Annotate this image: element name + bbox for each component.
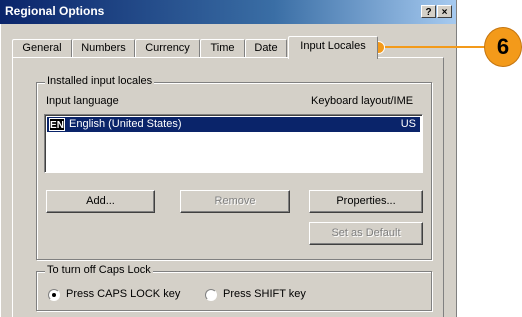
window-title: Regional Options [5, 4, 105, 18]
list-item-language: English (United States) [69, 118, 182, 130]
callout-line [377, 46, 487, 48]
help-button[interactable]: ? [421, 5, 436, 18]
column-keyboard-layout: Keyboard layout/IME [311, 95, 414, 107]
tab-numbers[interactable]: Numbers [72, 39, 135, 58]
callout-number-badge: 6 [484, 27, 522, 67]
remove-button[interactable]: Remove [180, 190, 290, 213]
tab-input-locales[interactable]: Input Locales [288, 36, 378, 59]
list-item[interactable]: EN English (United States) US [47, 117, 420, 132]
close-button[interactable]: × [437, 5, 452, 18]
tab-time[interactable]: Time [200, 39, 245, 58]
list-item-layout: US [400, 118, 416, 130]
title-bar[interactable]: Regional Options ? × [0, 0, 456, 24]
radio-shift[interactable] [205, 289, 217, 301]
properties-button[interactable]: Properties... [309, 190, 423, 213]
radio-caps-lock[interactable] [48, 289, 60, 301]
radio-caps-lock-label[interactable]: Press CAPS LOCK key [66, 288, 180, 300]
tab-currency[interactable]: Currency [135, 39, 200, 58]
tab-general[interactable]: General [12, 39, 72, 58]
language-badge: EN [49, 118, 65, 131]
radio-shift-label[interactable]: Press SHIFT key [223, 288, 306, 300]
installed-group-title: Installed input locales [45, 75, 155, 87]
tab-date[interactable]: Date [245, 39, 287, 58]
set-default-button[interactable]: Set as Default [309, 222, 423, 245]
column-input-language: Input language [46, 95, 119, 107]
caps-group-title: To turn off Caps Lock [45, 264, 153, 276]
add-button[interactable]: Add... [46, 190, 155, 213]
locale-list[interactable]: EN English (United States) US [44, 114, 423, 173]
